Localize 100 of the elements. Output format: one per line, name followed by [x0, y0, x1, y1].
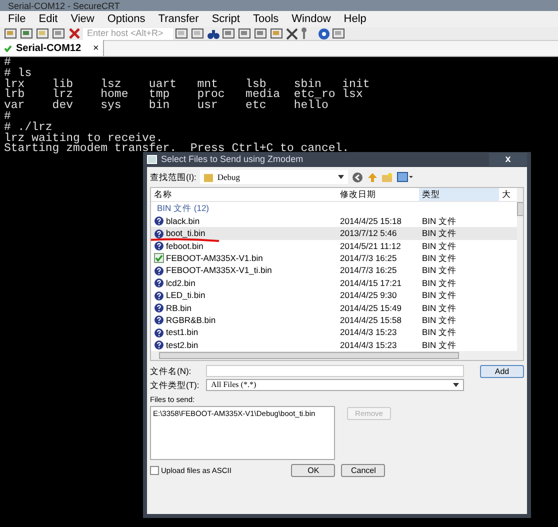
- file-row[interactable]: FEBOOT-AM335X-V1.bin 2014/7/3 16:25 BIN 文件: [151, 252, 517, 265]
- file-date: 2014/4/3 15:23: [339, 338, 398, 352]
- menu-item[interactable]: Transfer: [158, 10, 199, 28]
- look-in-label: 查找范围(I):: [150, 170, 196, 184]
- file-type: BIN 文件: [421, 314, 458, 327]
- unknown-file-icon: [154, 240, 164, 251]
- terminal-line: # ls: [4, 68, 32, 80]
- dialog-app-icon: [147, 155, 157, 164]
- file-row[interactable]: RGBR&B.bin 2014/4/25 15:58 BIN 文件: [151, 314, 517, 327]
- file-date: 2014/4/25 9:30: [339, 289, 398, 302]
- file-row[interactable]: boot_ti.bin 2013/7/12 5:46 BIN 文件: [151, 227, 517, 240]
- dropdown-arrow-icon: [338, 175, 344, 179]
- file-name: lcd2.bin: [166, 276, 196, 290]
- look-in-dropdown[interactable]: Debug: [200, 170, 348, 184]
- file-date: 2014/4/25 15:49: [339, 302, 402, 314]
- window-title: Serial-COM12 - SecureCRT: [8, 2, 120, 11]
- file-row[interactable]: test2.bin 2014/4/3 15:23 BIN 文件: [151, 338, 517, 352]
- file-date: 2014/4/25 15:58: [339, 314, 402, 327]
- file-check-icon: [154, 253, 164, 264]
- filename-field[interactable]: [206, 365, 464, 377]
- file-type: BIN 文件: [421, 302, 458, 314]
- file-type: BIN 文件: [421, 276, 458, 290]
- file-name: LED_ti.bin: [166, 289, 206, 302]
- filename-label: 文件名(N):: [150, 364, 192, 378]
- unknown-file-icon: [154, 302, 164, 313]
- file-row[interactable]: black.bin 2014/4/25 15:18 BIN 文件: [151, 215, 517, 228]
- unknown-file-icon: [154, 315, 164, 326]
- file-type: BIN 文件: [421, 252, 458, 265]
- menu-item[interactable]: Edit: [38, 10, 58, 28]
- file-type: BIN 文件: [421, 264, 458, 278]
- disconnect-icon[interactable]: [68, 27, 81, 40]
- menu-item[interactable]: Window: [292, 10, 331, 28]
- file-name: black.bin: [166, 214, 200, 228]
- menu-item[interactable]: Options: [107, 10, 146, 28]
- unknown-file-icon: [154, 278, 164, 288]
- session-tab[interactable]: Serial-COM12 ×: [0, 40, 104, 56]
- terminal-line: #: [4, 112, 11, 123]
- file-name: boot_ti.bin: [166, 227, 206, 240]
- file-date: 2013/7/12 5:46: [339, 227, 398, 240]
- file-name: test2.bin: [166, 338, 198, 352]
- dropdown-arrow-icon: [453, 383, 459, 387]
- ascii-checkbox[interactable]: [150, 466, 159, 476]
- binoculars-icon[interactable]: [207, 28, 220, 40]
- file-name: RB.bin: [166, 302, 192, 314]
- file-row[interactable]: RB.bin 2014/4/25 15:49 BIN 文件: [151, 302, 517, 314]
- back-icon[interactable]: [352, 172, 364, 182]
- file-date: 2014/4/3 15:23: [339, 326, 398, 340]
- file-name: test1.bin: [166, 326, 198, 340]
- unknown-file-icon: [154, 328, 164, 338]
- file-type: BIN 文件: [421, 240, 458, 252]
- tools-icon[interactable]: [286, 28, 298, 40]
- tab-label: Serial-COM12: [16, 42, 82, 56]
- file-row[interactable]: test1.bin 2014/4/3 15:23 BIN 文件: [151, 326, 517, 339]
- menu-item[interactable]: Help: [344, 10, 366, 28]
- checkmark-icon: [4, 44, 12, 52]
- file-row[interactable]: feboot.bin 2014/5/21 11:12 BIN 文件: [151, 240, 517, 252]
- help-icon[interactable]: [318, 28, 330, 40]
- unknown-file-icon: [154, 266, 164, 276]
- terminal-line: var dev sys bin usr etc hello: [4, 101, 328, 112]
- file-type: BIN 文件: [421, 326, 458, 340]
- file-type: BIN 文件: [421, 227, 458, 240]
- file-date: 2014/5/21 11:12: [339, 240, 402, 252]
- file-type: BIN 文件: [421, 214, 458, 228]
- unknown-file-icon: [154, 290, 164, 301]
- menu-item[interactable]: View: [70, 10, 94, 28]
- add-button[interactable]: Add: [480, 364, 524, 378]
- group-header: BIN 文件 (12): [156, 202, 210, 215]
- file-row[interactable]: lcd2.bin 2014/4/15 17:21 BIN 文件: [151, 276, 517, 290]
- unknown-file-icon: [154, 216, 164, 226]
- file-row[interactable]: LED_ti.bin 2014/4/25 9:30 BIN 文件: [151, 289, 517, 302]
- file-type: BIN 文件: [421, 338, 458, 352]
- filetype-label: 文件类型(T):: [150, 378, 200, 392]
- menu-item[interactable]: File: [8, 10, 26, 28]
- file-date: 2014/7/3 16:25: [339, 264, 398, 278]
- file-type: BIN 文件: [421, 289, 458, 302]
- column-header[interactable]: 大: [499, 188, 517, 201]
- cancel-button[interactable]: Cancel: [341, 464, 386, 478]
- terminal-line: # ./lrz: [4, 122, 52, 134]
- file-name: feboot.bin: [166, 240, 204, 252]
- filetype-dropdown[interactable]: All Files (*.*): [206, 379, 464, 391]
- dialog-title: Select Files to Send using Zmodem: [161, 152, 304, 166]
- tab-close-button[interactable]: ×: [93, 40, 99, 56]
- column-header[interactable]: 修改日期: [337, 188, 419, 201]
- column-header[interactable]: 名称: [151, 188, 337, 201]
- column-header[interactable]: 类型: [419, 188, 499, 201]
- menu-item[interactable]: Script: [212, 10, 240, 28]
- file-row[interactable]: FEBOOT-AM335X-V1_ti.bin 2014/7/3 16:25 BIN 文件: [151, 264, 517, 277]
- file-date: 2014/4/25 15:18: [339, 214, 402, 228]
- ok-button[interactable]: OK: [291, 464, 336, 478]
- file-date: 2014/4/15 17:21: [339, 276, 402, 290]
- terminal-line: Starting zmodem transfer. Press Ctrl+C to cancel.: [4, 144, 350, 156]
- view-menu-icon[interactable]: [397, 172, 414, 182]
- file-name: RGBR&B.bin: [166, 314, 216, 327]
- file-name: FEBOOT-AM335X-V1.bin: [166, 252, 263, 265]
- close-button[interactable]: x: [489, 153, 527, 166]
- menu-item[interactable]: Tools: [252, 10, 279, 28]
- unknown-file-icon: [154, 228, 164, 239]
- unknown-file-icon: [154, 340, 164, 350]
- terminal-line: #: [4, 58, 11, 69]
- host-field[interactable]: Enter host <Alt+R>: [83, 28, 173, 40]
